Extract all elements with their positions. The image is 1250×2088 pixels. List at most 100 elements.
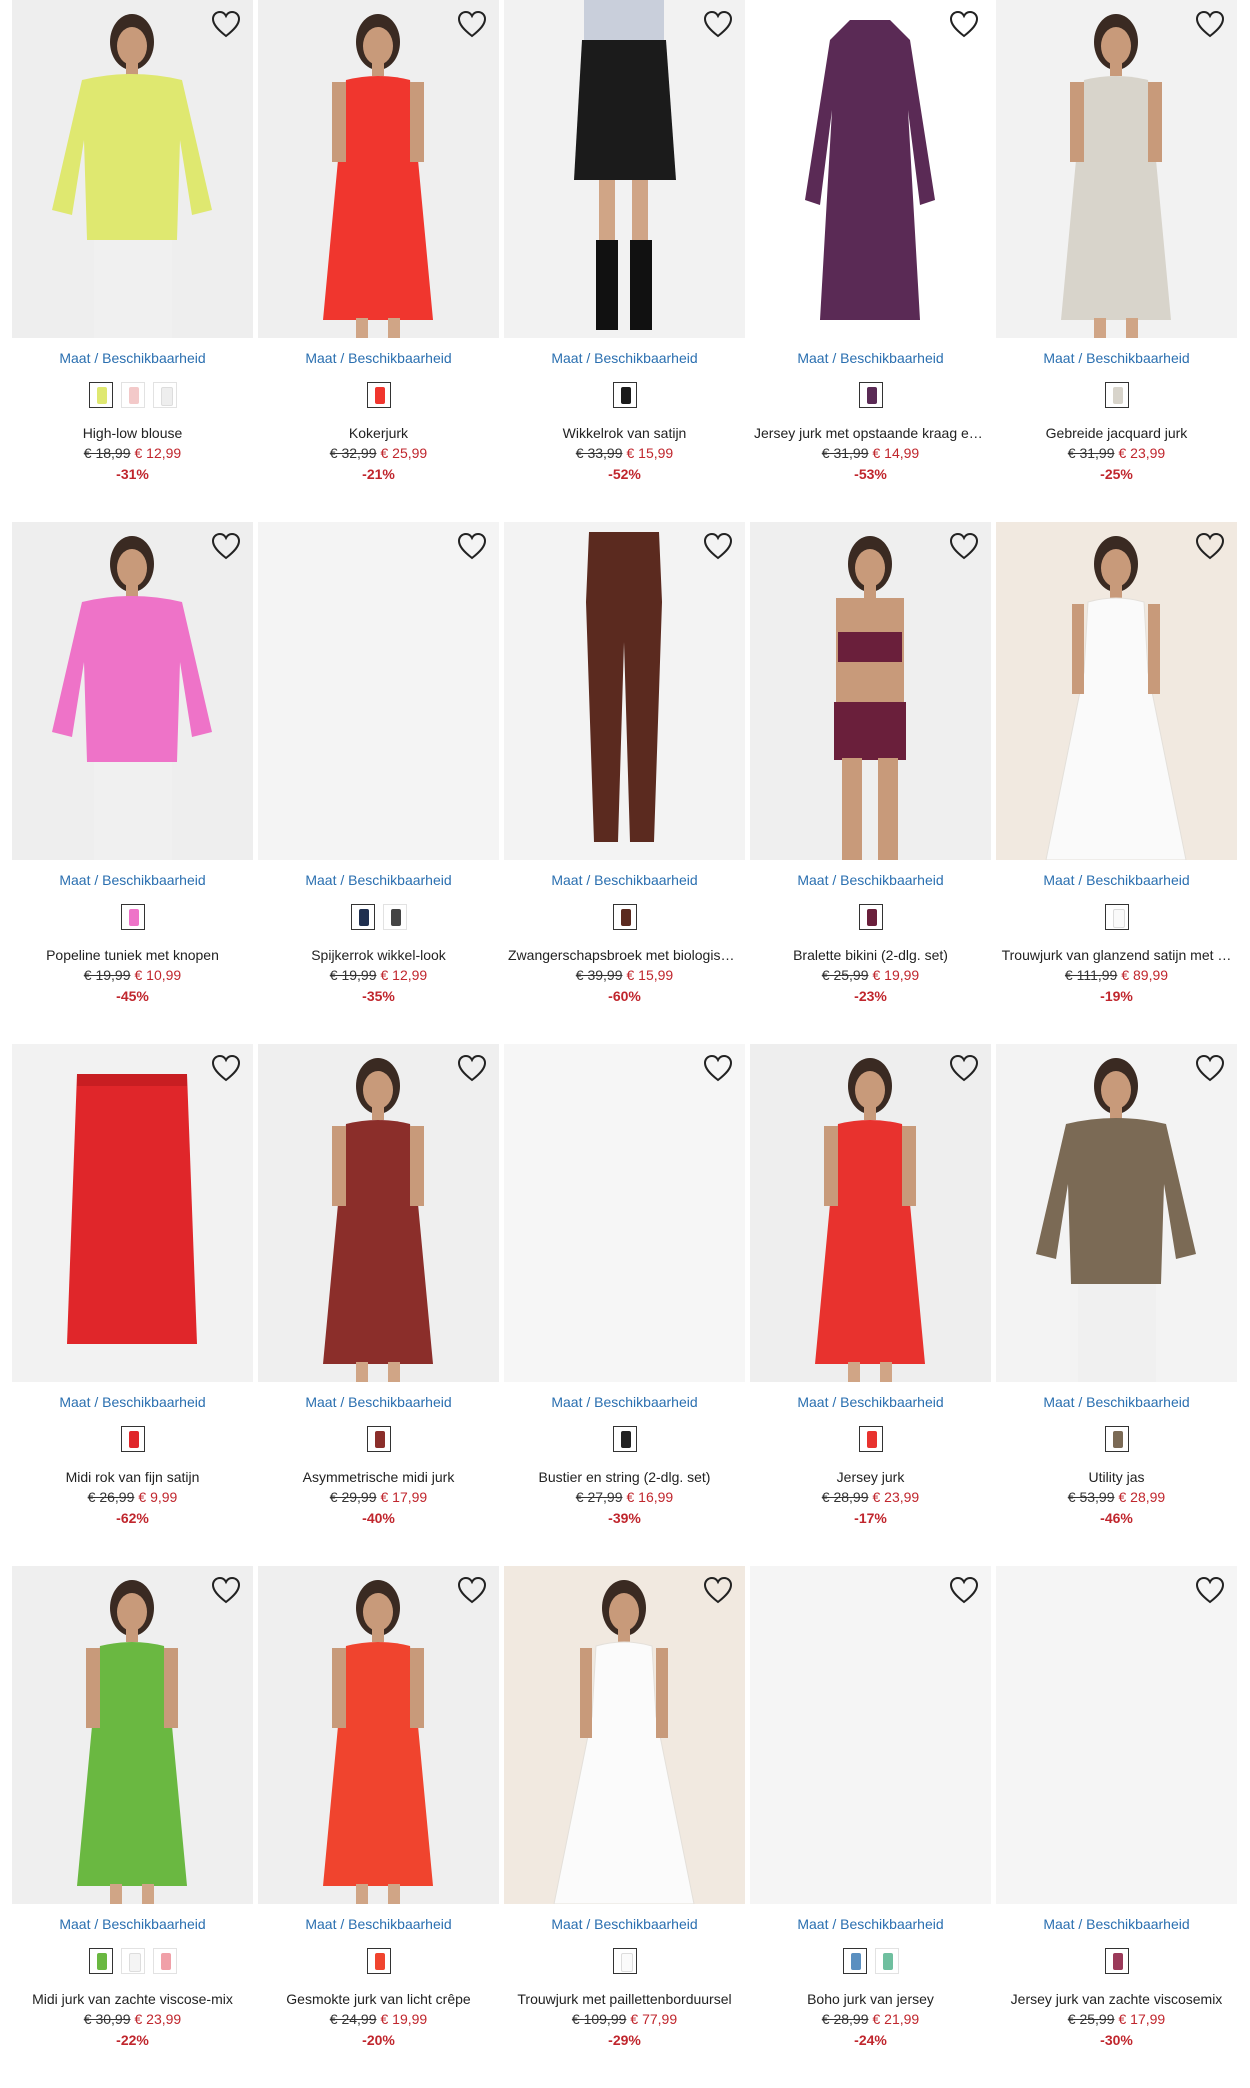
product-name[interactable]: Jersey jurk van zachte viscosemix	[1000, 1991, 1233, 2007]
product-card[interactable]: Maat / Beschikbaarheid Popeline tuniek me…	[12, 522, 253, 1044]
product-name[interactable]: Asymmetrische midi jurk	[262, 1469, 495, 1485]
color-swatch[interactable]	[858, 904, 883, 930]
product-name[interactable]: Bralette bikini (2-dlg. set)	[754, 947, 987, 963]
product-name[interactable]: Boho jurk van jersey	[754, 1991, 987, 2007]
product-card[interactable]: Maat / Beschikbaarheid Gesmokte jurk van …	[258, 1566, 499, 2088]
color-swatch[interactable]	[858, 382, 883, 408]
size-availability-link[interactable]: Maat / Beschikbaarheid	[258, 350, 499, 366]
product-name[interactable]: Wikkelrok van satijn	[508, 425, 741, 441]
size-availability-link[interactable]: Maat / Beschikbaarheid	[750, 1394, 991, 1410]
product-card[interactable]: Maat / Beschikbaarheid Jersey jurk met op…	[750, 0, 991, 522]
product-image[interactable]	[12, 522, 253, 860]
product-image[interactable]	[750, 1566, 991, 1904]
size-availability-link[interactable]: Maat / Beschikbaarheid	[750, 1916, 991, 1932]
color-swatch[interactable]	[120, 382, 145, 408]
product-card[interactable]: Maat / Beschikbaarheid Trouwjurk met pail…	[504, 1566, 745, 2088]
size-availability-link[interactable]: Maat / Beschikbaarheid	[750, 872, 991, 888]
wishlist-heart-icon[interactable]	[211, 532, 241, 560]
size-availability-link[interactable]: Maat / Beschikbaarheid	[258, 1394, 499, 1410]
wishlist-heart-icon[interactable]	[1195, 1576, 1225, 1604]
product-image[interactable]	[504, 1566, 745, 1904]
color-swatch[interactable]	[1104, 1948, 1129, 1974]
color-swatch[interactable]	[842, 1948, 867, 1974]
product-image[interactable]	[12, 1566, 253, 1904]
size-availability-link[interactable]: Maat / Beschikbaarheid	[12, 350, 253, 366]
color-swatch[interactable]	[1104, 382, 1129, 408]
color-swatch[interactable]	[612, 382, 637, 408]
product-image[interactable]	[996, 522, 1237, 860]
wishlist-heart-icon[interactable]	[1195, 10, 1225, 38]
product-name[interactable]: Trouwjurk met paillettenborduursel	[508, 1991, 741, 2007]
color-swatch[interactable]	[612, 1426, 637, 1452]
product-image[interactable]	[750, 0, 991, 338]
color-swatch[interactable]	[120, 1426, 145, 1452]
color-swatch[interactable]	[612, 904, 637, 930]
product-card[interactable]: Maat / Beschikbaarheid Bralette bikini (2…	[750, 522, 991, 1044]
product-name[interactable]: Utility jas	[1000, 1469, 1233, 1485]
wishlist-heart-icon[interactable]	[457, 1054, 487, 1082]
product-name[interactable]: Midi rok van fijn satijn	[16, 1469, 249, 1485]
color-swatch[interactable]	[366, 1948, 391, 1974]
product-card[interactable]: Maat / Beschikbaarheid Midi rok van fijn …	[12, 1044, 253, 1566]
wishlist-heart-icon[interactable]	[949, 10, 979, 38]
product-image[interactable]	[750, 1044, 991, 1382]
color-swatch[interactable]	[1104, 904, 1129, 930]
size-availability-link[interactable]: Maat / Beschikbaarheid	[504, 872, 745, 888]
wishlist-heart-icon[interactable]	[211, 1054, 241, 1082]
size-availability-link[interactable]: Maat / Beschikbaarheid	[996, 350, 1237, 366]
product-name[interactable]: Jersey jurk met opstaande kraag en…	[754, 425, 987, 441]
product-image[interactable]	[12, 0, 253, 338]
product-image[interactable]	[996, 0, 1237, 338]
product-name[interactable]: Gesmokte jurk van licht crêpe	[262, 1991, 495, 2007]
wishlist-heart-icon[interactable]	[457, 1576, 487, 1604]
color-swatch[interactable]	[88, 382, 113, 408]
product-image[interactable]	[504, 0, 745, 338]
product-name[interactable]: Trouwjurk van glanzend satijn met …	[1000, 947, 1233, 963]
size-availability-link[interactable]: Maat / Beschikbaarheid	[12, 1394, 253, 1410]
product-card[interactable]: Maat / Beschikbaarheid Asymmetrische midi…	[258, 1044, 499, 1566]
product-card[interactable]: Maat / Beschikbaarheid Gebreide jacquard …	[996, 0, 1237, 522]
wishlist-heart-icon[interactable]	[457, 532, 487, 560]
product-card[interactable]: Maat / Beschikbaarheid Boho jurk van jers…	[750, 1566, 991, 2088]
size-availability-link[interactable]: Maat / Beschikbaarheid	[258, 1916, 499, 1932]
product-card[interactable]: Maat / Beschikbaarheid Bustier en string …	[504, 1044, 745, 1566]
size-availability-link[interactable]: Maat / Beschikbaarheid	[996, 1394, 1237, 1410]
size-availability-link[interactable]: Maat / Beschikbaarheid	[504, 1394, 745, 1410]
size-availability-link[interactable]: Maat / Beschikbaarheid	[504, 1916, 745, 1932]
product-card[interactable]: Maat / Beschikbaarheid Zwangerschapsbroek…	[504, 522, 745, 1044]
wishlist-heart-icon[interactable]	[457, 10, 487, 38]
color-swatch[interactable]	[350, 904, 375, 930]
wishlist-heart-icon[interactable]	[949, 1576, 979, 1604]
product-card[interactable]: Maat / Beschikbaarheid Wikkelrok van sati…	[504, 0, 745, 522]
product-image[interactable]	[996, 1044, 1237, 1382]
product-name[interactable]: Spijkerrok wikkel-look	[262, 947, 495, 963]
color-swatch[interactable]	[858, 1426, 883, 1452]
product-card[interactable]: Maat / Beschikbaarheid Kokerjurk € 32,99 € …	[258, 0, 499, 522]
color-swatch[interactable]	[152, 382, 177, 408]
product-name[interactable]: Midi jurk van zachte viscose-mix	[16, 1991, 249, 2007]
color-swatch[interactable]	[120, 904, 145, 930]
wishlist-heart-icon[interactable]	[211, 1576, 241, 1604]
product-image[interactable]	[504, 1044, 745, 1382]
product-image[interactable]	[258, 522, 499, 860]
size-availability-link[interactable]: Maat / Beschikbaarheid	[12, 872, 253, 888]
product-card[interactable]: Maat / Beschikbaarheid Trouwjurk van glan…	[996, 522, 1237, 1044]
product-name[interactable]: Popeline tuniek met knopen	[16, 947, 249, 963]
size-availability-link[interactable]: Maat / Beschikbaarheid	[258, 872, 499, 888]
product-image[interactable]	[12, 1044, 253, 1382]
product-card[interactable]: Maat / Beschikbaarheid Spijkerrok wikkel-…	[258, 522, 499, 1044]
product-name[interactable]: Jersey jurk	[754, 1469, 987, 1485]
product-name[interactable]: High-low blouse	[16, 425, 249, 441]
product-card[interactable]: Maat / Beschikbaarheid Jersey jurk van za…	[996, 1566, 1237, 2088]
color-swatch[interactable]	[366, 1426, 391, 1452]
product-image[interactable]	[258, 1044, 499, 1382]
product-name[interactable]: Bustier en string (2-dlg. set)	[508, 1469, 741, 1485]
product-image[interactable]	[750, 522, 991, 860]
wishlist-heart-icon[interactable]	[703, 1576, 733, 1604]
wishlist-heart-icon[interactable]	[949, 1054, 979, 1082]
color-swatch[interactable]	[152, 1948, 177, 1974]
product-image[interactable]	[504, 522, 745, 860]
wishlist-heart-icon[interactable]	[703, 10, 733, 38]
product-card[interactable]: Maat / Beschikbaarheid High-low blouse € 1…	[12, 0, 253, 522]
product-card[interactable]: Maat / Beschikbaarheid Midi jurk van zach…	[12, 1566, 253, 2088]
